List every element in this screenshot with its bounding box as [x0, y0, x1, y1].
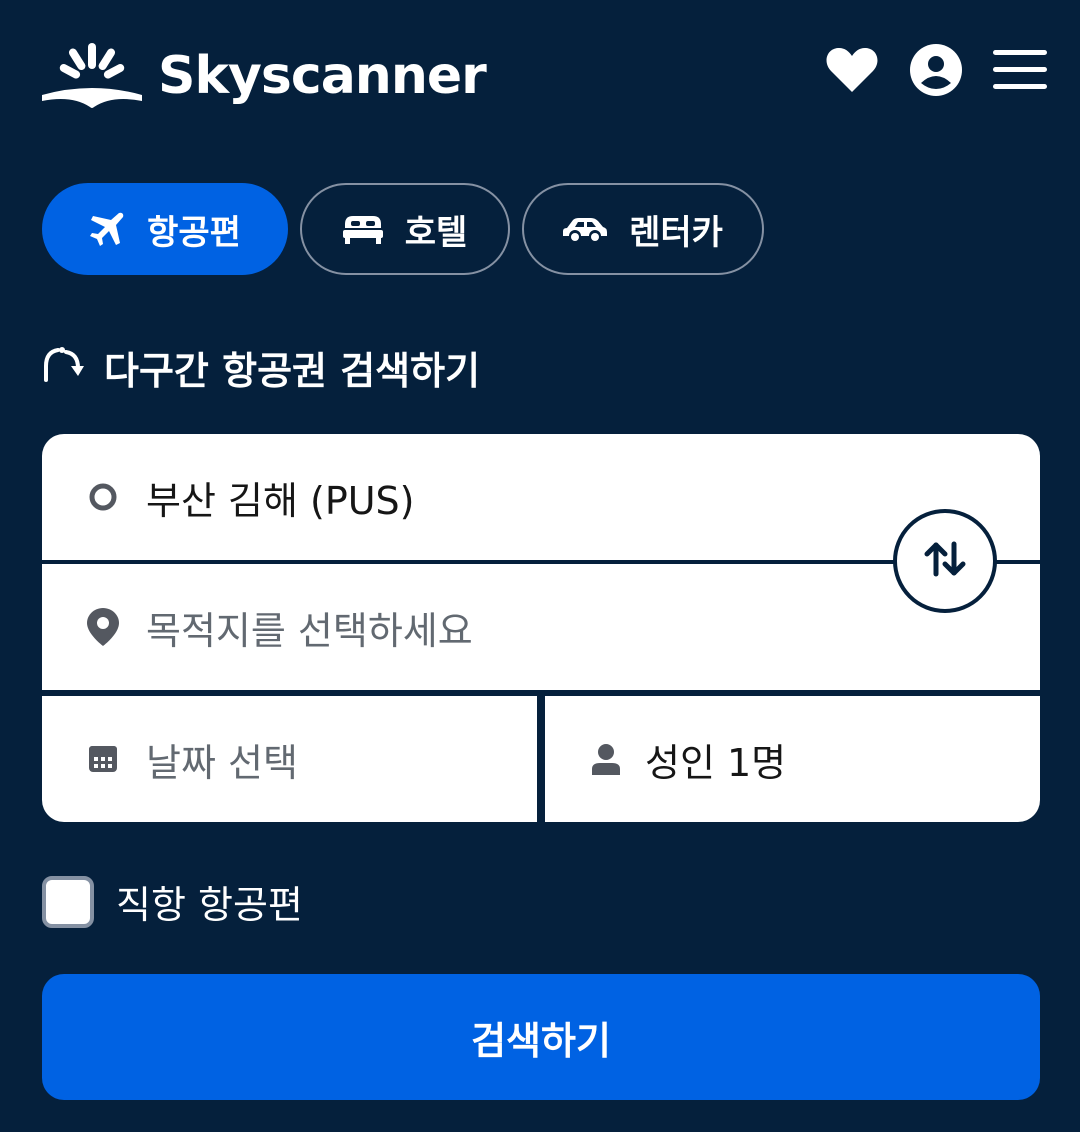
- origin-circle-icon: [86, 482, 120, 512]
- direct-flights-checkbox[interactable]: [42, 875, 94, 928]
- tab-label: 항공편: [147, 212, 241, 253]
- tab-car-hire[interactable]: 렌터카: [522, 183, 764, 275]
- search-form: 부산 김해 (PUS) 목적지를 선택하세요 날짜 선택 성인 1명: [42, 434, 1040, 822]
- calendar-icon: [86, 746, 120, 772]
- car-icon: [563, 216, 608, 242]
- vertical-tabs: 항공편 호텔 렌터카: [42, 183, 764, 275]
- bed-icon: [342, 214, 383, 244]
- brand-name: Skyscanner: [158, 46, 487, 106]
- multi-city-label: 다구간 항공권 검색하기: [104, 349, 481, 393]
- search-button-label: 검색하기: [471, 1018, 611, 1063]
- search-button[interactable]: 검색하기: [42, 974, 1040, 1100]
- account-icon[interactable]: [908, 42, 964, 98]
- person-icon: [589, 743, 623, 775]
- plane-icon: [89, 211, 125, 247]
- field-divider: [537, 696, 545, 822]
- origin-value: 부산 김해 (PUS): [146, 478, 415, 523]
- tab-label: 렌터카: [629, 212, 723, 253]
- multi-city-icon: [42, 344, 84, 391]
- tab-hotels[interactable]: 호텔: [300, 183, 510, 275]
- destination-placeholder: 목적지를 선택하세요: [146, 608, 473, 653]
- menu-icon[interactable]: [992, 42, 1048, 98]
- skyscanner-logo[interactable]: Skyscanner: [42, 36, 487, 116]
- date-placeholder: 날짜 선택: [146, 740, 298, 785]
- swap-button[interactable]: [893, 509, 997, 613]
- heart-icon[interactable]: [824, 42, 880, 98]
- tab-flights[interactable]: 항공편: [42, 183, 288, 275]
- date-field[interactable]: 날짜 선택: [42, 696, 537, 822]
- header-actions: [824, 42, 1048, 98]
- sunrise-logo-icon: [42, 43, 142, 108]
- swap-arrows-icon: [924, 540, 966, 582]
- travellers-field[interactable]: 성인 1명: [545, 696, 1040, 822]
- direct-flights-label: 직항 항공편: [116, 883, 303, 927]
- origin-field[interactable]: 부산 김해 (PUS): [42, 434, 1040, 560]
- location-pin-icon: [86, 608, 120, 646]
- tab-label: 호텔: [404, 212, 468, 253]
- direct-flights-option[interactable]: 직항 항공편: [42, 874, 303, 929]
- page: Skyscanner 항공편 호텔 렌터카 다구간 항공권 검색하기 부산 김해…: [0, 0, 1080, 1132]
- multi-city-link[interactable]: 다구간 항공권 검색하기: [42, 340, 480, 395]
- travellers-value: 성인 1명: [645, 740, 787, 785]
- destination-field[interactable]: 목적지를 선택하세요: [42, 564, 1040, 690]
